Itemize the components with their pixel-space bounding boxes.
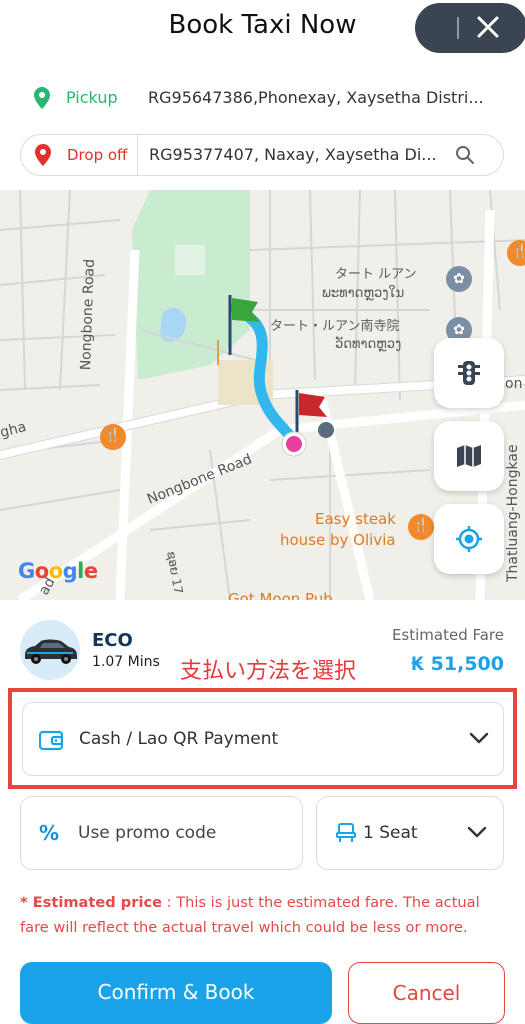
temple-label-2: ພະທາດຫຼວງໃນ: [322, 286, 405, 301]
confirm-book-button[interactable]: Confirm & Book: [20, 962, 332, 1024]
cancel-button[interactable]: Cancel: [348, 962, 505, 1024]
pickup-pin-icon: [34, 87, 50, 109]
temple-label-4: ວັດທາດຫຼວງ: [335, 337, 402, 352]
seat-select[interactable]: 1 Seat: [316, 796, 504, 870]
dropoff-address[interactable]: RG95377407, Naxay, Xaysetha Di...: [149, 145, 437, 164]
dropoff-pin-icon: [35, 144, 51, 166]
poi-label-line1[interactable]: Easy steak: [315, 510, 396, 528]
temple-label-1: タート ルアン: [335, 267, 417, 282]
temple-icon: ✿: [446, 266, 472, 292]
car-avatar: [20, 620, 80, 680]
map-layer-button[interactable]: [434, 421, 504, 491]
wallet-icon: [39, 730, 63, 751]
promo-code-button[interactable]: % Use promo code: [20, 796, 303, 870]
close-icon: [477, 16, 499, 38]
chevron-down-icon: [467, 826, 487, 838]
ride-option[interactable]: ECO 1.07 Mins 支払い方法を選択 Estimated Fare ₭ …: [0, 608, 525, 688]
pickup-label: Pickup: [66, 88, 118, 107]
promo-code-label: Use promo code: [78, 823, 217, 843]
disclaimer-title: * Estimated price: [20, 894, 162, 911]
restaurant-icon[interactable]: 🍴: [100, 424, 126, 450]
road-label-thatluang: Thatluang-Hongkae: [505, 444, 521, 582]
payment-method-select[interactable]: Cash / Lao QR Payment: [22, 702, 504, 776]
payment-method-label: Cash / Lao QR Payment: [79, 729, 279, 749]
annotation-label: 支払い方法を選択: [180, 659, 357, 684]
traffic-light-icon: [458, 361, 480, 385]
fare-value: ₭ 51,500: [410, 653, 504, 675]
confirm-book-label: Confirm & Book: [97, 980, 255, 1004]
header: Book Taxi Now: [0, 0, 525, 62]
close-separator: [457, 17, 459, 39]
traffic-button[interactable]: [434, 338, 504, 408]
dropoff-field[interactable]: Drop off RG95377407, Naxay, Xaysetha Di.…: [20, 134, 504, 176]
map-icon: [457, 445, 481, 467]
fare-label: Estimated Fare: [391, 626, 504, 644]
ride-eta: 1.07 Mins: [92, 654, 160, 670]
dropoff-divider: [137, 135, 138, 175]
car-icon: [25, 639, 77, 664]
poi-label-line2[interactable]: house by Olivia: [280, 531, 396, 549]
temple-label-3: タート・ルアン南寺院: [270, 319, 400, 334]
estimated-price-disclaimer: * Estimated price : This is just the est…: [20, 890, 510, 940]
search-icon[interactable]: [455, 145, 475, 165]
pickup-field[interactable]: Pickup RG95647386,Phonexay, Xaysetha Dis…: [20, 78, 504, 120]
road-label-fragment-on: on: [505, 376, 523, 392]
close-button[interactable]: [415, 3, 525, 53]
pickup-address[interactable]: RG95647386,Phonexay, Xaysetha Distri...: [148, 88, 484, 107]
percent-icon: %: [39, 821, 60, 845]
map-view[interactable]: Nongbone Road Nongbone Road Thatluang-Ho…: [0, 190, 525, 600]
locate-me-button[interactable]: [434, 504, 504, 574]
restaurant-icon[interactable]: 🍴: [408, 514, 434, 540]
ride-type-name: ECO: [92, 630, 133, 651]
location-target-icon: [456, 526, 482, 552]
seat-icon: [336, 823, 356, 842]
cancel-label: Cancel: [392, 981, 461, 1005]
seat-count-label: 1 Seat: [363, 823, 418, 843]
google-logo: Google: [18, 559, 98, 583]
chevron-down-icon: [469, 732, 489, 744]
dropoff-label: Drop off: [67, 146, 128, 164]
poi-label-partial: Got Moon Pub: [228, 590, 333, 600]
